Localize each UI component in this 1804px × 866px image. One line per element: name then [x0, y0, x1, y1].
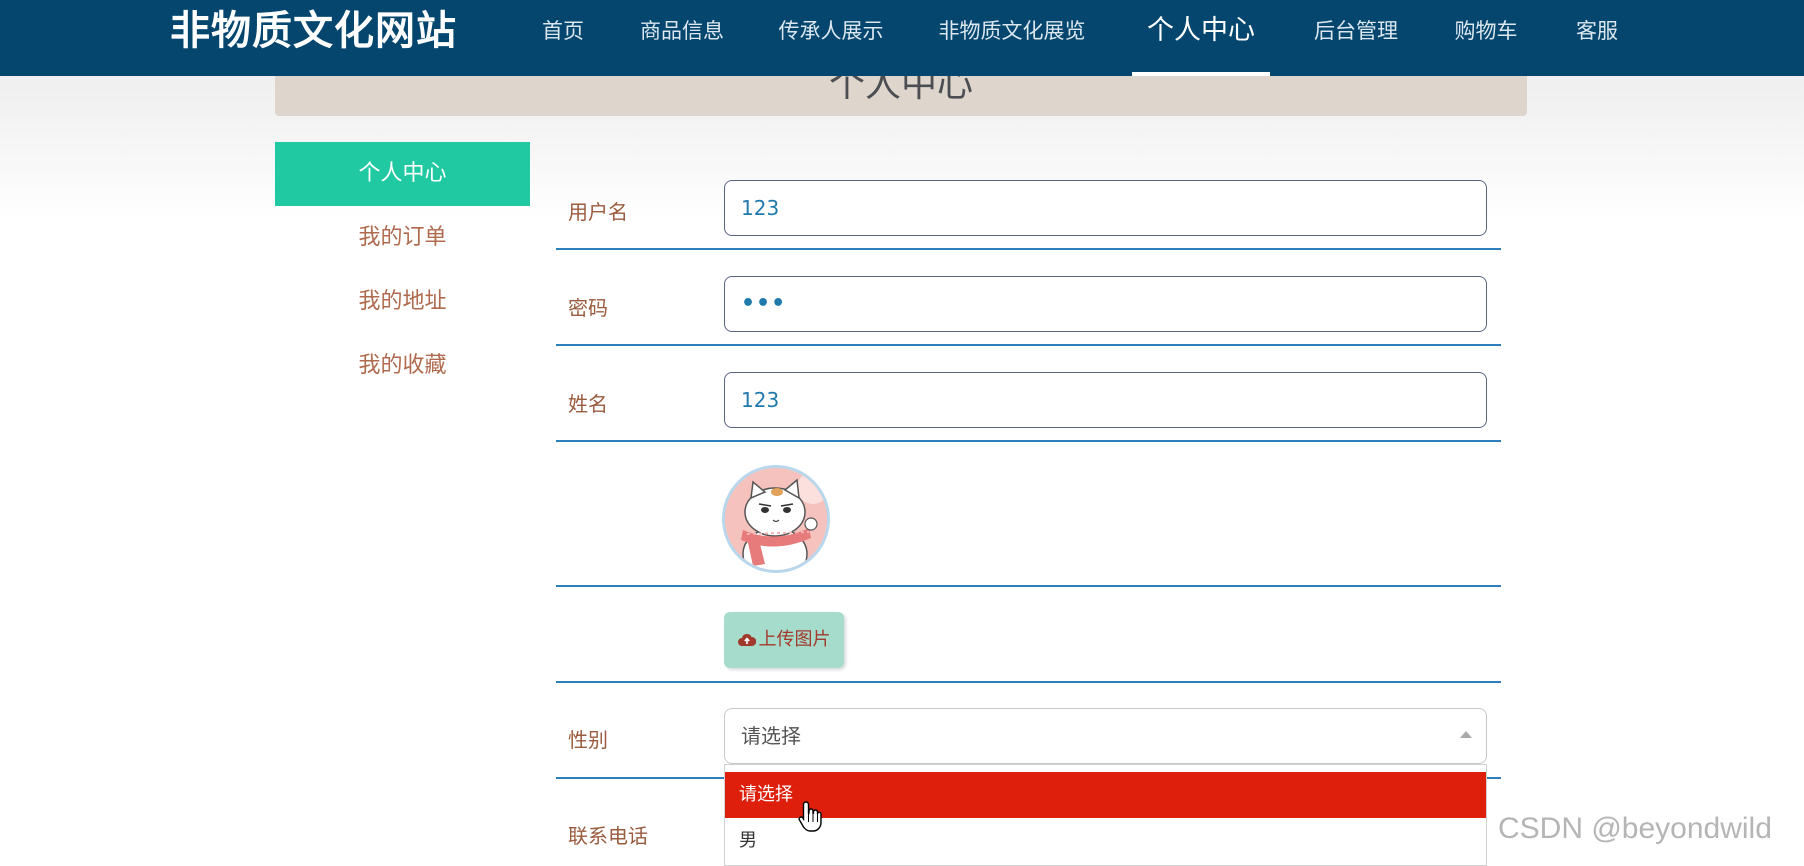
- avatar-image: [722, 465, 830, 573]
- row-divider: [556, 344, 1501, 346]
- password-input[interactable]: •••: [724, 276, 1487, 332]
- upload-image-button[interactable]: 上传图片: [724, 612, 844, 668]
- top-nav: 非物质文化网站 首页 商品信息 传承人展示 非物质文化展览 个人中心 后台管理 …: [0, 0, 1804, 76]
- gender-option-placeholder[interactable]: 请选择: [725, 772, 1486, 818]
- name-label: 姓名: [568, 392, 608, 416]
- nav-item-products[interactable]: 商品信息: [632, 0, 732, 76]
- nav-item-home[interactable]: 首页: [530, 0, 596, 76]
- sidebar-item-favorites[interactable]: 我的收藏: [275, 334, 530, 398]
- row-divider: [556, 248, 1501, 250]
- cloud-upload-icon: [737, 633, 756, 646]
- upload-button-label: 上传图片: [758, 629, 831, 650]
- username-label: 用户名: [568, 200, 628, 224]
- sidebar-item-orders[interactable]: 我的订单: [275, 206, 530, 270]
- nav-item-support[interactable]: 客服: [1566, 0, 1628, 76]
- cat-avatar-icon: [725, 468, 827, 570]
- name-input[interactable]: [724, 372, 1487, 428]
- nav-item-exhibition[interactable]: 非物质文化展览: [930, 0, 1094, 76]
- page: 非物质文化网站 首页 商品信息 传承人展示 非物质文化展览 个人中心 后台管理 …: [0, 0, 1804, 866]
- nav-item-admin[interactable]: 后台管理: [1306, 0, 1406, 76]
- gender-dropdown: 请选择 男: [724, 764, 1487, 866]
- sidebar-item-addresses[interactable]: 我的地址: [275, 270, 530, 334]
- page-title: 个人中心: [828, 76, 973, 105]
- nav-item-cart[interactable]: 购物车: [1446, 0, 1526, 76]
- watermark-text: CSDN @beyondwild: [1498, 812, 1772, 845]
- password-label: 密码: [568, 296, 608, 320]
- username-input[interactable]: [724, 180, 1487, 236]
- row-divider: [556, 681, 1501, 683]
- row-divider: [556, 585, 1501, 587]
- gender-option-male[interactable]: 男: [725, 818, 1486, 864]
- gender-select[interactable]: 请选择: [724, 708, 1487, 764]
- hand-cursor-icon: [798, 801, 822, 832]
- site-brand[interactable]: 非物质文化网站: [170, 6, 457, 56]
- sidebar-item-user-center[interactable]: 个人中心: [275, 142, 530, 206]
- page-title-banner: 个人中心: [275, 76, 1527, 116]
- gender-select-value: 请选择: [741, 724, 801, 748]
- nav-item-inheritors[interactable]: 传承人展示: [770, 0, 892, 76]
- gender-label: 性别: [568, 728, 608, 752]
- row-divider: [556, 440, 1501, 442]
- caret-up-icon: [1460, 731, 1472, 738]
- nav-item-user-center[interactable]: 个人中心: [1132, 0, 1270, 76]
- phone-label: 联系电话: [568, 824, 648, 848]
